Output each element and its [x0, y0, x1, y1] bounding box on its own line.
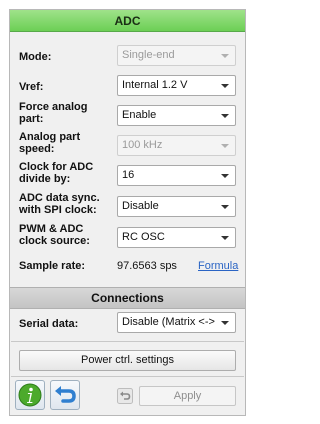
sample-rate-label: Sample rate: [19, 260, 86, 272]
divider [11, 341, 244, 342]
mode-select-value: Single-end [122, 49, 175, 61]
vref-select-value: Internal 1.2 V [122, 79, 188, 91]
pwm-clock-label-line1: PWM & ADC [19, 223, 84, 235]
analog-speed-label-line2: speed: [19, 143, 55, 155]
chevron-down-icon [221, 144, 229, 148]
serial-data-select[interactable]: Disable (Matrix <-> [117, 312, 236, 333]
data-sync-label-line2: with SPI clock: [19, 204, 97, 216]
connections-section-header: Connections [10, 287, 245, 309]
pwm-clock-select-value: RC OSC [122, 231, 165, 243]
pwm-clock-label: PWM & ADC clock source: [19, 223, 90, 247]
data-sync-label-line1: ADC data sync. [19, 192, 100, 204]
chevron-down-icon [221, 205, 229, 209]
force-analog-select[interactable]: Enable [117, 105, 236, 126]
clock-divide-select-value: 16 [122, 169, 135, 181]
mode-label: Mode: [19, 51, 52, 63]
clock-divide-label-line1: Clock for ADC [19, 161, 94, 173]
chevron-down-icon [221, 321, 229, 325]
serial-data-label: Serial data: [19, 318, 79, 330]
sample-rate-value: 97.6563 sps [117, 260, 177, 272]
analog-speed-label-line1: Analog part [19, 131, 81, 143]
mode-select: Single-end [117, 45, 236, 66]
adc-panel: ADC Mode: Single-end Vref: Internal 1.2 … [9, 9, 246, 416]
vref-label: Vref: [19, 81, 44, 93]
vref-select[interactable]: Internal 1.2 V [117, 75, 236, 96]
force-analog-label-line2: part: [19, 113, 44, 125]
analog-speed-select-value: 100 kHz [122, 139, 163, 151]
analog-speed-label: Analog part speed: [19, 131, 80, 155]
divider [11, 376, 244, 377]
info-icon [18, 383, 42, 407]
power-ctrl-settings-button[interactable]: Power ctrl. settings [19, 350, 236, 371]
force-analog-select-value: Enable [122, 109, 157, 121]
chevron-down-icon [221, 236, 229, 240]
adc-section-header: ADC [10, 10, 245, 32]
serial-data-select-value: Disable (Matrix <-> [122, 316, 215, 328]
info-button[interactable] [15, 380, 45, 410]
data-sync-select-value: Disable [122, 200, 159, 212]
data-sync-select[interactable]: Disable [117, 196, 236, 217]
analog-speed-select: 100 kHz [117, 135, 236, 156]
pwm-clock-select[interactable]: RC OSC [117, 227, 236, 248]
clock-divide-label-line2: divide by: [19, 173, 71, 185]
force-analog-label: Force analog part: [19, 101, 87, 125]
back-button[interactable] [50, 380, 80, 410]
undo-icon[interactable] [117, 388, 133, 404]
clock-divide-label: Clock for ADC divide by: [19, 161, 93, 185]
chevron-down-icon [221, 174, 229, 178]
chevron-down-icon [221, 84, 229, 88]
apply-button: Apply [139, 386, 236, 406]
pwm-clock-label-line2: clock source: [19, 235, 90, 247]
clock-divide-select[interactable]: 16 [117, 165, 236, 186]
chevron-down-icon [221, 54, 229, 58]
back-arrow-icon [55, 386, 76, 403]
chevron-down-icon [221, 114, 229, 118]
data-sync-label: ADC data sync. with SPI clock: [19, 192, 100, 216]
formula-link[interactable]: Formula [198, 260, 238, 272]
force-analog-label-line1: Force analog [19, 101, 88, 113]
